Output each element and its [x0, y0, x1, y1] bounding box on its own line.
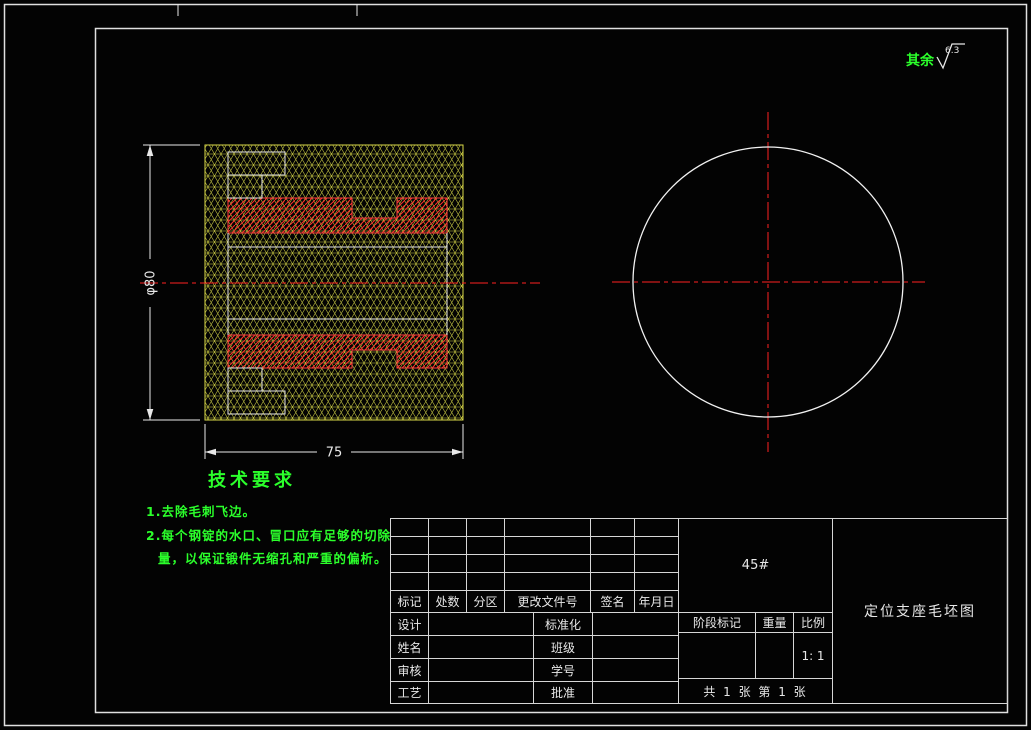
revision-cell: [428, 518, 467, 537]
weight-header: 重量: [755, 612, 794, 633]
diameter-dimension-text: φ80: [144, 270, 159, 295]
revision-cell: [504, 554, 591, 573]
stage-mark-cell: [678, 632, 756, 679]
revision-header-mark: 标记: [390, 590, 429, 613]
scale-header: 比例: [792, 612, 834, 633]
signature-table: 设计 标准化 姓名 班级 审核 学号 工艺 批准: [390, 612, 679, 704]
revision-cell: [504, 518, 591, 537]
tech-requirements-title: 技术要求: [208, 470, 296, 491]
width-dimension-text: 75: [326, 446, 343, 461]
part-section-lower: [227, 334, 448, 369]
label-process: 工艺: [390, 681, 429, 704]
weight-cell: [755, 632, 794, 679]
signature-space: [592, 658, 679, 682]
label-design: 设计: [390, 612, 429, 636]
surface-note-label: 其余: [906, 52, 935, 69]
revision-cell: [504, 572, 591, 591]
sheet-info-cell: 共 1 张 第 1 张: [677, 678, 834, 704]
signature-space: [428, 658, 534, 682]
revision-cell: [590, 536, 635, 555]
revision-header-sign: 签名: [590, 590, 635, 613]
revision-cell: [428, 554, 467, 573]
material-cell: 45#: [677, 518, 834, 613]
revision-cell: [466, 572, 505, 591]
tech-requirements-item-1: 1.去除毛刺飞边。: [146, 504, 256, 519]
revision-cell: [590, 554, 635, 573]
label-approve: 批准: [533, 681, 593, 704]
revision-cell: [390, 518, 429, 537]
part-section-upper: [227, 197, 448, 234]
blank-section-view: [140, 144, 540, 421]
revision-header-date: 年月日: [634, 590, 679, 613]
revision-header-docno: 更改文件号: [504, 590, 591, 613]
tech-requirements-item-2: 2.每个钢锭的水口、冒口应有足够的切除: [146, 528, 391, 543]
stage-scale-table: 45# 阶段标记 重量 比例 1: 1 共 1 张 第 1 张: [677, 518, 834, 704]
revision-cell: [428, 572, 467, 591]
revision-cell: [390, 536, 429, 555]
signature-space: [592, 635, 679, 659]
arrowhead: [146, 145, 154, 156]
revision-cell: [590, 572, 635, 591]
revision-cell: [390, 554, 429, 573]
revision-cell: [634, 572, 679, 591]
revision-table: 标记 处数 分区 更改文件号 签名 年月日: [390, 518, 679, 613]
signature-space: [592, 681, 679, 704]
scale-value-cell: 1: 1: [792, 632, 834, 679]
surface-roughness-note: 其余 6.3: [906, 43, 965, 70]
cad-drawing-sheet: φ80 75 其余 6.3 技术要求 1.去除毛刺飞边。 2.每个钢锭的水口、冒…: [0, 0, 1031, 730]
revision-cell: [590, 518, 635, 537]
revision-cell: [466, 554, 505, 573]
label-student-no: 学号: [533, 658, 593, 682]
revision-cell: [466, 518, 505, 537]
revision-cell: [428, 536, 467, 555]
roughness-value: 6.3: [945, 46, 959, 56]
arrowhead: [146, 409, 154, 420]
revision-cell: [634, 554, 679, 573]
arrowhead: [452, 448, 463, 456]
tech-requirements-item-2-cont: 量，以保证锻件无缩孔和严重的偏析。: [158, 551, 388, 566]
revision-header-count: 处数: [428, 590, 467, 613]
arrowhead: [205, 448, 216, 456]
revision-cell: [634, 536, 679, 555]
stage-mark-header: 阶段标记: [678, 612, 756, 633]
revision-cell: [504, 536, 591, 555]
revision-cell: [390, 572, 429, 591]
label-class: 班级: [533, 635, 593, 659]
label-standardization: 标准化: [533, 612, 593, 636]
revision-header-zone: 分区: [466, 590, 505, 613]
width-dimension: 75: [204, 424, 464, 461]
drawing-title-table: 定位支座毛坯图: [832, 518, 1008, 704]
label-name: 姓名: [390, 635, 429, 659]
end-view: [612, 112, 925, 452]
label-check: 审核: [390, 658, 429, 682]
signature-space: [428, 612, 534, 636]
signature-space: [428, 681, 534, 704]
signature-space: [428, 635, 534, 659]
drawing-title: 定位支座毛坯图: [832, 518, 1008, 704]
signature-space: [592, 612, 679, 636]
revision-cell: [466, 536, 505, 555]
revision-cell: [634, 518, 679, 537]
